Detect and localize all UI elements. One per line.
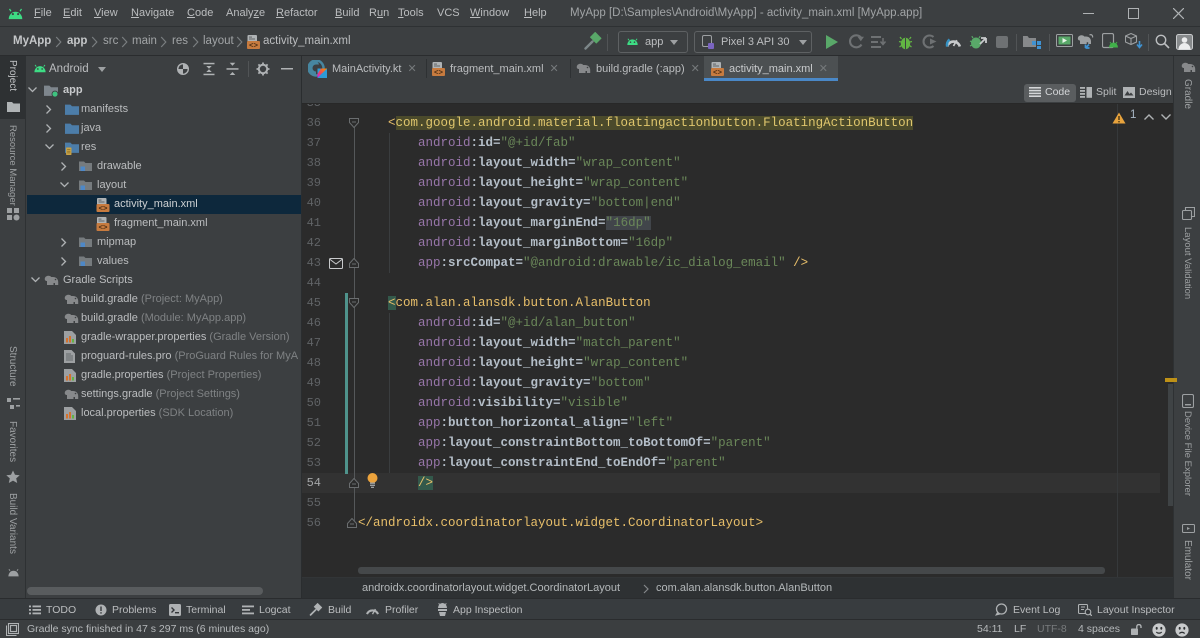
svg-text:<>: <> [99, 225, 109, 232]
svg-text:<>: <> [434, 69, 444, 76]
svg-text:<>: <> [99, 206, 109, 213]
svg-text:<>: <> [713, 69, 723, 76]
svg-text:<>: <> [249, 43, 259, 50]
